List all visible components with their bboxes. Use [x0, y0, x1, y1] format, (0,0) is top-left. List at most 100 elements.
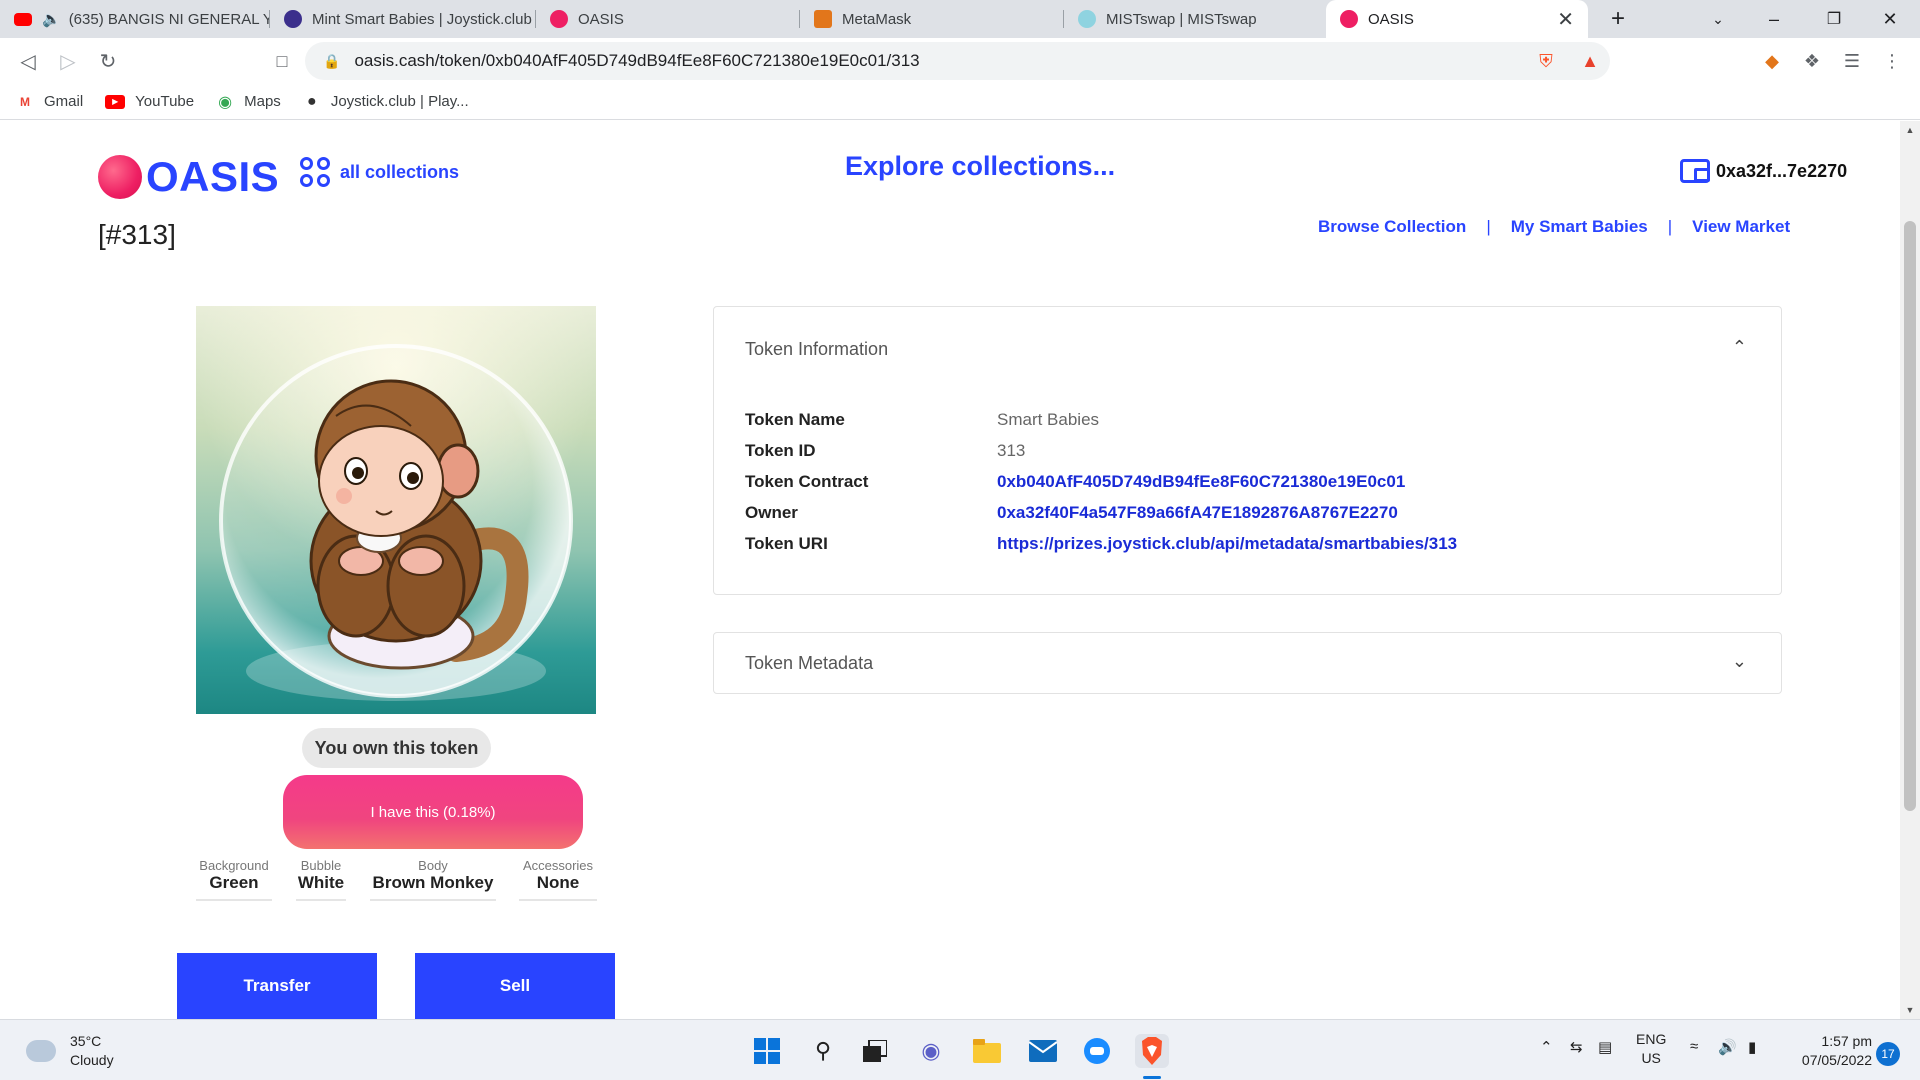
token-title: [#313] [98, 219, 176, 250]
scroll-down-arrow-icon[interactable]: ▼ [1900, 1005, 1920, 1015]
show-hidden-icons-chevron[interactable]: ⌃ [1540, 1038, 1553, 1056]
i-have-this-button[interactable]: I have this (0.18%) [283, 775, 583, 849]
attribute-value: None [536, 873, 580, 892]
bookmark-label: Gmail [44, 93, 84, 110]
menu-icon[interactable]: ⋮ [1874, 42, 1910, 80]
extensions-puzzle-icon[interactable]: ❖ [1794, 42, 1830, 80]
minimize-button[interactable]: – [1746, 0, 1802, 38]
collection-subnav: Browse Collection | My Smart Babies | Vi… [1318, 217, 1790, 237]
explore-collections-search[interactable]: Explore collections... [845, 151, 1115, 182]
gmail-icon: M [20, 94, 30, 109]
all-collections-label: all collections [340, 161, 460, 182]
metamask-fox-icon [814, 10, 832, 28]
messenger-icon[interactable] [1080, 1034, 1114, 1068]
system-clock[interactable]: 1:57 pm 07/05/2022 [1772, 1032, 1872, 1070]
oasis-icon [1340, 10, 1358, 28]
chevron-up-icon[interactable]: ⌃ [1732, 337, 1747, 358]
clock-time: 1:57 pm [1821, 1033, 1872, 1049]
speaker-icon[interactable]: 🔊 [1718, 1038, 1737, 1056]
page-scrollbar[interactable]: ▲ ▼ [1900, 121, 1920, 1019]
maps-pin-icon: ◉ [218, 93, 233, 111]
info-row-token-uri: Token URI https://prizes.joystick.club/a… [745, 534, 1457, 554]
language-indicator[interactable]: ENG US [1636, 1030, 1666, 1068]
back-button[interactable]: ◁ [8, 41, 48, 81]
bookmark-gmail[interactable]: M Gmail [16, 93, 83, 110]
bookmark-joystick[interactable]: ● Joystick.club | Play... [303, 93, 469, 111]
info-label: Owner [745, 503, 798, 522]
my-smart-babies-link[interactable]: My Smart Babies [1511, 217, 1648, 237]
search-icon[interactable]: ⚲ [806, 1034, 840, 1068]
metamask-extension-icon[interactable]: ◆ [1754, 42, 1790, 80]
tab-oasis-active[interactable]: OASIS ✕ [1326, 0, 1588, 38]
wifi-icon[interactable]: ≈ [1690, 1038, 1698, 1055]
clock-date: 07/05/2022 [1801, 1052, 1872, 1068]
token-information-heading[interactable]: Token Information [745, 339, 888, 360]
muted-speaker-icon[interactable]: 🔈 [42, 10, 61, 28]
address-bar[interactable]: 🔒 oasis.cash/token/0xb040AfF405D749dB94f… [305, 42, 1610, 80]
tab-title: MetaMask [842, 10, 912, 28]
brave-shields-icon[interactable]: ⛨ [1528, 42, 1564, 80]
youtube-icon: ▶ [105, 94, 126, 109]
tab-title: OASIS [578, 10, 624, 28]
bookmark-label: Joystick.club | Play... [330, 93, 469, 110]
info-label: Token URI [745, 534, 828, 553]
close-tab-icon[interactable]: ✕ [1557, 7, 1574, 32]
transfer-button[interactable]: Transfer [177, 953, 377, 1019]
tab-metamask[interactable]: MetaMask [800, 0, 1064, 38]
token-contract-link[interactable]: 0xb040AfF405D749dB94fEe8F60C721380e19E0c… [997, 472, 1405, 492]
browser-toolbar: ◁ ▷ ↻ □ 🔒 oasis.cash/token/0xb040AfF405D… [0, 38, 1920, 84]
notification-count-badge[interactable]: 17 [1876, 1042, 1900, 1066]
new-tab-button[interactable]: + [1590, 0, 1646, 38]
tab-oasis-1[interactable]: OASIS [536, 0, 800, 38]
url-text: oasis.cash/token/0xb040AfF405D749dB94fEe… [354, 51, 920, 70]
wallet-icon [1680, 159, 1710, 183]
scroll-up-arrow-icon[interactable]: ▲ [1900, 125, 1920, 135]
restore-button[interactable]: ❐ [1806, 0, 1862, 38]
forward-button[interactable]: ▷ [48, 41, 88, 81]
view-market-link[interactable]: View Market [1692, 217, 1790, 237]
weather-condition: Cloudy [70, 1052, 114, 1068]
mail-icon[interactable] [1026, 1034, 1060, 1068]
token-metadata-panel[interactable]: Token Metadata ⌄ [713, 632, 1782, 694]
token-uri-link[interactable]: https://prizes.joystick.club/api/metadat… [997, 534, 1457, 554]
info-label: Token Name [745, 410, 845, 429]
bookmark-youtube[interactable]: ▶ YouTube [105, 93, 194, 110]
attribute-value: Green [209, 873, 259, 892]
close-window-button[interactable]: ✕ [1862, 0, 1918, 38]
attribute-key: Bubble [300, 858, 342, 873]
chat-icon[interactable]: ◉ [914, 1034, 948, 1068]
file-explorer-icon[interactable] [970, 1034, 1004, 1068]
tab-mistswap[interactable]: MISTswap | MISTswap [1064, 0, 1326, 38]
attribute-body: Body Brown Monkey [370, 858, 496, 901]
tab-search-chevron-icon[interactable]: ⌄ [1690, 0, 1746, 38]
all-collections-link[interactable]: all collections [300, 157, 459, 187]
task-view-icon[interactable] [858, 1034, 892, 1068]
token-metadata-heading: Token Metadata [745, 653, 874, 673]
joystick-icon [284, 10, 302, 28]
wallet-button[interactable]: 0xa32f...7e2270 [1680, 159, 1847, 183]
windows-start-icon[interactable] [750, 1034, 784, 1068]
brave-rewards-icon[interactable]: ▲ [1572, 42, 1608, 80]
scrollbar-thumb[interactable] [1904, 221, 1916, 811]
sell-button[interactable]: Sell [415, 953, 615, 1019]
oasis-logo[interactable]: OASIS [98, 153, 279, 201]
chevron-down-icon[interactable]: ⌄ [1732, 651, 1747, 672]
network-activity-icon[interactable]: ▤ [1598, 1038, 1612, 1056]
oasis-logo-dot [98, 155, 142, 199]
reload-button[interactable]: ↻ [88, 41, 128, 81]
weather-widget[interactable]: 35°C Cloudy [26, 1032, 114, 1070]
wallet-address: 0xa32f...7e2270 [1716, 160, 1848, 181]
sync-arrows-icon[interactable]: ⇆ [1570, 1038, 1583, 1056]
lock-icon: 🔒 [323, 52, 341, 69]
tab-youtube[interactable]: 🔈 (635) BANGIS NI GENERAL YA [0, 0, 270, 38]
bookmark-maps[interactable]: ◉ Maps [216, 93, 281, 111]
brave-browser-icon[interactable] [1135, 1034, 1169, 1068]
tab-joystick[interactable]: Mint Smart Babies | Joystick.club [270, 0, 536, 38]
battery-icon[interactable]: ▮ [1748, 1038, 1756, 1056]
owner-address-link[interactable]: 0xa32f40F4a547F89a66fA47E1892876A8767E22… [997, 503, 1398, 523]
media-controls-icon[interactable]: ☰ [1834, 42, 1870, 80]
browse-collection-link[interactable]: Browse Collection [1318, 217, 1466, 237]
bookmark-icon[interactable]: □ [262, 41, 302, 81]
logo-text: OASIS [146, 153, 280, 200]
cloud-icon [26, 1040, 56, 1062]
